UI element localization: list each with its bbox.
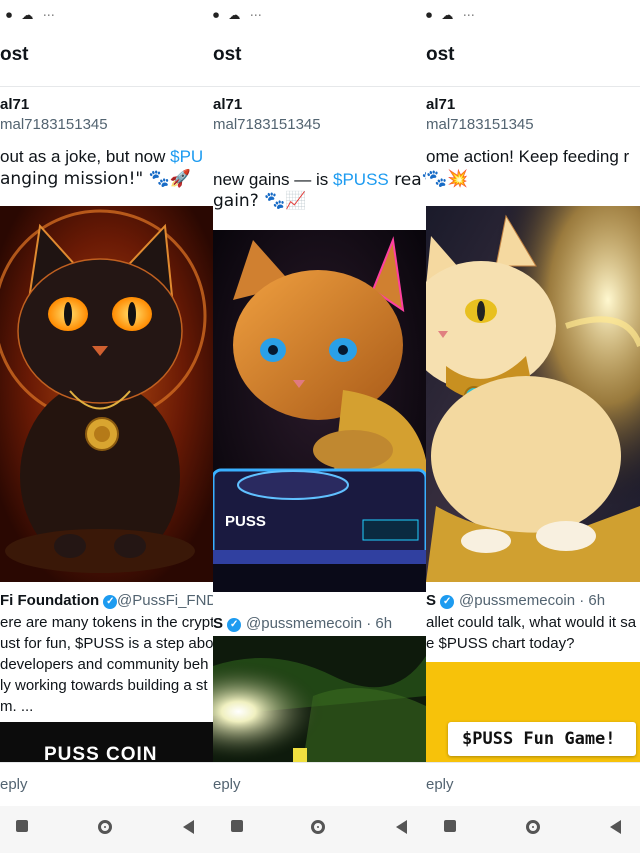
quoted-text-line-3: developers and community beh xyxy=(0,656,209,673)
post-text-line2: gain? 🐾📈 xyxy=(213,191,307,211)
android-nav-bar xyxy=(0,806,213,853)
divider xyxy=(426,762,640,763)
screenshot-panel-3: ⏺ ☁ ⋯ ost al71 mal7183151345 ome action!… xyxy=(426,0,640,853)
page-title: ost xyxy=(426,44,455,65)
author-handle[interactable]: mal7183151345 xyxy=(426,116,534,133)
back-button[interactable] xyxy=(396,820,407,834)
screenshot-panel-2: ⏺ ☁ ⋯ ost al71 mal7183151345 new gains —… xyxy=(213,0,426,853)
quoted-text-line-1: allet could talk, what would it sa xyxy=(426,614,637,631)
divider xyxy=(213,86,426,87)
post-image-black-cat[interactable] xyxy=(0,206,213,582)
status-bar: ⏺ ☁ ⋯ xyxy=(0,8,213,28)
page-title: ost xyxy=(0,44,29,65)
android-nav-bar xyxy=(213,806,426,853)
author-handle[interactable]: mal7183151345 xyxy=(213,116,321,133)
author-name[interactable]: al71 xyxy=(0,96,29,113)
quoted-author-name[interactable]: Fi Foundation ✓ xyxy=(0,592,118,609)
status-icons: ⏺ ☁ ⋯ xyxy=(213,8,265,22)
divider xyxy=(213,762,426,763)
author-handle[interactable]: mal7183151345 xyxy=(0,116,108,133)
reply-input[interactable]: eply xyxy=(213,776,241,793)
post-text: out as a joke, but now $PU xyxy=(0,145,203,168)
back-button[interactable] xyxy=(183,820,194,834)
quoted-author-handle[interactable]: @pussmemecoin · 6h xyxy=(246,615,392,632)
quoted-author-handle[interactable]: @pussmemecoin · 6h xyxy=(459,592,605,609)
divider xyxy=(0,86,213,87)
quoted-image[interactable] xyxy=(213,636,426,762)
quoted-author-handle[interactable]: @PussFi_FNDN xyxy=(117,592,213,609)
quoted-author-name-text: S xyxy=(426,592,437,609)
post-text-line1: ome action! Keep feeding r xyxy=(426,147,630,166)
cat-illustration: PUSS xyxy=(213,230,426,592)
quoted-text-line-2: ust for fun, $PUSS is a step abo xyxy=(0,635,213,652)
status-bar: ⏺ ☁ ⋯ xyxy=(213,8,426,28)
game-banner: $PUSS Fun Game! xyxy=(448,722,636,756)
quoted-image-art xyxy=(213,636,426,762)
home-button[interactable] xyxy=(311,820,325,834)
quoted-text-line-1: ere are many tokens in the crypt xyxy=(0,614,213,631)
cashtag-link[interactable]: $PU xyxy=(170,147,203,166)
page-title: ost xyxy=(213,44,242,65)
recents-button[interactable] xyxy=(444,820,456,832)
cat-illustration xyxy=(426,206,640,582)
post-text: new gains — is $PUSS rea🐾💥 xyxy=(213,168,426,192)
status-icons: ⏺ ☁ ⋯ xyxy=(6,8,58,22)
quoted-text-line-5: m. ... xyxy=(0,698,34,715)
home-button[interactable] xyxy=(98,820,112,834)
author-name[interactable]: al71 xyxy=(426,96,455,113)
status-bar: ⏺ ☁ ⋯ xyxy=(426,8,640,28)
cat-illustration xyxy=(0,206,213,582)
reply-input[interactable]: eply xyxy=(0,776,28,793)
divider xyxy=(426,86,640,87)
screenshot-panel-1: ⏺ ☁ ⋯ ost al71 mal7183151345 out as a jo… xyxy=(0,0,213,853)
post-image-dj-cat[interactable]: PUSS xyxy=(213,230,426,592)
quoted-image[interactable]: $PUSS Fun Game! xyxy=(426,662,640,762)
quoted-author-name-text: S xyxy=(213,615,224,632)
post-text-line1-b: rea🐾💥 xyxy=(394,170,426,190)
author-name[interactable]: al71 xyxy=(213,96,242,113)
quoted-text-line-4: ly working towards building a st xyxy=(0,677,208,694)
back-button[interactable] xyxy=(610,820,621,834)
image-label: PUSS xyxy=(225,513,266,530)
quoted-text-line-2: e $PUSS chart today? xyxy=(426,635,575,652)
recents-button[interactable] xyxy=(231,820,243,832)
verified-badge-icon: ✓ xyxy=(103,595,118,609)
status-icons: ⏺ ☁ ⋯ xyxy=(426,8,478,22)
quoted-image[interactable]: PUSS COIN xyxy=(0,722,213,762)
android-nav-bar xyxy=(426,806,640,853)
quoted-author-name-text: Fi Foundation xyxy=(0,592,100,609)
verified-badge-icon: ✓ xyxy=(440,595,455,609)
quoted-author-name[interactable]: S ✓ xyxy=(213,615,242,632)
post-text-line2: 🐾💥 xyxy=(426,169,469,189)
quoted-image-caption: PUSS COIN xyxy=(44,744,158,762)
home-button[interactable] xyxy=(526,820,540,834)
verified-badge-icon: ✓ xyxy=(227,618,242,632)
reply-input[interactable]: eply xyxy=(426,776,454,793)
post-image-golden-cat[interactable] xyxy=(426,206,640,582)
recents-button[interactable] xyxy=(16,820,28,832)
post-text-line1-a: new gains — is xyxy=(213,170,333,189)
post-text-line1: out as a joke, but now xyxy=(0,147,171,166)
divider xyxy=(0,762,213,763)
post-text-line2: anging mission!" 🐾🚀 xyxy=(0,169,191,189)
game-banner-text: $PUSS Fun Game! xyxy=(462,729,616,749)
cashtag-link[interactable]: $PUSS xyxy=(333,170,389,189)
quoted-author-name[interactable]: S ✓ xyxy=(426,592,455,609)
